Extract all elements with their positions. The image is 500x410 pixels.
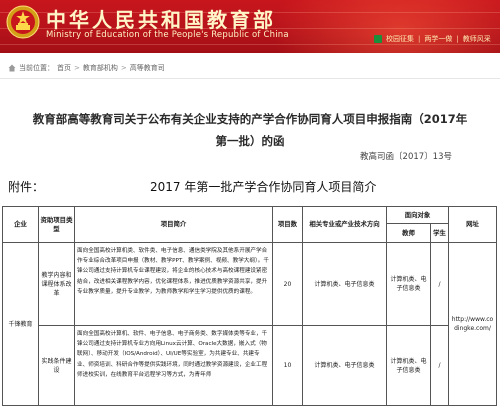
table-row: 实践条件建设 面向全国高校计算机、软件、电子信息、电子商务类、数字媒体类等专业，… (3, 325, 497, 406)
related-cell: 计算机类、电子信息类 (302, 325, 387, 406)
student-cell: / (430, 242, 449, 326)
breadcrumb: 当前位置： 首页 > 教育部机构 > 高等教育司 (0, 60, 500, 76)
company-cell: 千锋教育 (2, 242, 39, 406)
breadcrumb-higher-ed[interactable]: 高等教育司 (130, 63, 165, 73)
header-link-study[interactable]: 两学一做 (424, 34, 452, 44)
breadcrumb-label: 当前位置： (19, 64, 54, 72)
header-link-separator: | (418, 35, 421, 43)
funding-type-cell: 教学内容和课程体系改革 (38, 242, 75, 326)
site-subtitle: Ministry of Education of the People's Re… (46, 30, 289, 40)
divider (0, 78, 500, 79)
related-cell: 计算机类、电子信息类 (302, 242, 387, 326)
count-cell: 20 (272, 242, 303, 326)
article-title: 教育部高等教育司关于公布有关企业支持的产学合作协同育人项目申报指南（2017年第… (32, 112, 468, 148)
header-company: 企业 (2, 206, 39, 243)
teacher-cell: 计算机类、电子信息类 (386, 325, 431, 406)
header-target: 面向对象 (386, 206, 449, 224)
table-row: 千锋教育 教学内容和课程体系改革 面向全国高校计算机类、软件类、电子信息、通信类… (2, 242, 497, 406)
national-emblem-icon[interactable] (6, 5, 40, 39)
document-number: 教高司函〔2017〕13号 (360, 152, 452, 162)
intro-cell: 面向全国高校计算机、软件、电子信息、电子商务类、数字媒体类等专业，千锋公司通过支… (74, 325, 273, 406)
funding-type-cell: 实践条件建设 (38, 325, 75, 406)
header-related: 相关专业或产业技术方向 (302, 206, 387, 243)
breadcrumb-separator: > (120, 64, 127, 72)
header-links: 校园征集 | 两学一做 | 教师风采 (374, 34, 491, 44)
header-line (0, 44, 500, 45)
header-intro: 项目简介 (74, 206, 273, 243)
breadcrumb-ministry[interactable]: 教育部机构 (83, 63, 118, 73)
site-title[interactable]: 中华人民共和国教育部 (46, 4, 276, 33)
header-glow (270, 0, 500, 53)
breadcrumb-separator: > (74, 64, 80, 72)
header-link-teachers[interactable]: 教师风采 (463, 34, 491, 44)
header-link-campus[interactable]: 校园征集 (386, 34, 414, 44)
header-url: 网址 (448, 206, 497, 243)
header-count: 项目数 (272, 206, 303, 243)
header-student: 学生 (430, 223, 449, 243)
count-cell: 10 (272, 325, 303, 406)
teacher-cell: 计算机类、电子信息类 (386, 242, 431, 326)
header-funding-type: 资助项目类型 (38, 206, 75, 243)
home-icon (8, 64, 16, 72)
header-teacher: 教师 (386, 223, 431, 243)
breadcrumb-home[interactable]: 首页 (57, 63, 71, 73)
header-link-separator: | (456, 35, 459, 43)
url-link[interactable]: http://www.codingke.com/ (448, 242, 497, 406)
attachment-label: 附件： (8, 180, 45, 194)
campus-icon (374, 35, 382, 43)
site-header: 中华人民共和国教育部 Ministry of Education of the … (0, 0, 500, 53)
project-table: 企业 资助项目类型 项目简介 项目数 相关专业或产业技术方向 面向对象 网址 教… (2, 206, 497, 406)
attachment-title: 2017 年第一批产学合作协同育人项目简介 (150, 180, 377, 194)
intro-cell: 面向全国高校计算机类、软件类、电子信息、通信类学院及其他系开展产学合作专业综合改… (74, 242, 273, 326)
student-cell: / (430, 325, 449, 406)
